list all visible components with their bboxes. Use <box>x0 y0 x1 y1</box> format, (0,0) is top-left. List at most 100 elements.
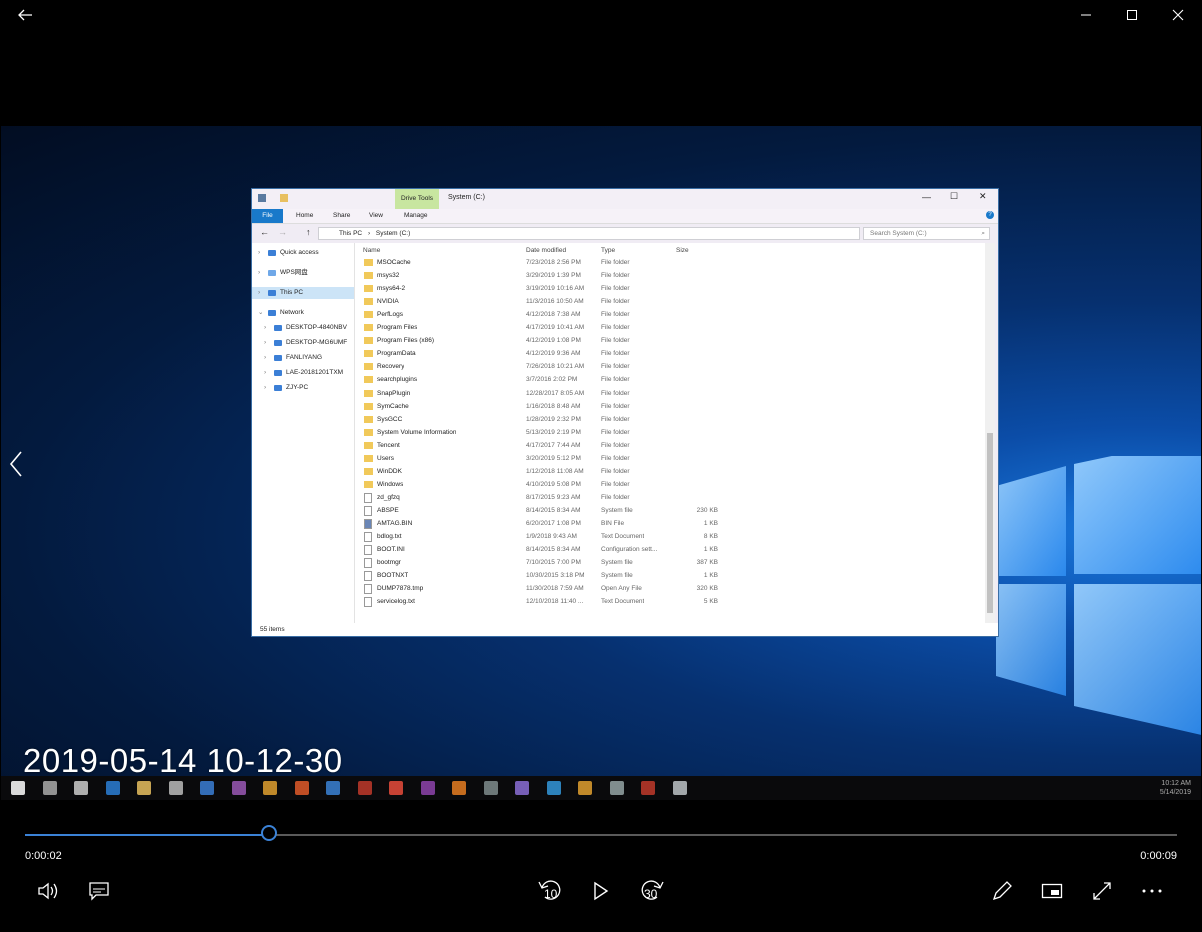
file-row[interactable]: MSOCache 7/23/2018 2:56 PM File folder <box>355 256 985 269</box>
explorer-close-icon[interactable]: ✕ <box>979 191 987 202</box>
file-row[interactable]: Program Files (x86) 4/12/2019 1:08 PM File… <box>355 334 985 347</box>
nav-item-desktop-mg6umf[interactable]: › DESKTOP-MG6UMF <box>252 337 354 349</box>
file-row[interactable]: ProgramData 4/12/2019 9:36 AM File folder <box>355 347 985 360</box>
captions-icon <box>89 882 109 901</box>
nav-item-wps[interactable]: › WPS网盘 <box>252 267 354 279</box>
file-row[interactable]: DUMP7878.tmp 11/30/2018 7:59 AM Open Any F… <box>355 582 985 595</box>
mini-view-button[interactable] <box>1036 875 1068 907</box>
file-row[interactable]: SnapPlugin 12/28/2017 8:05 AM File folder <box>355 387 985 400</box>
file-row[interactable]: bootmgr 7/10/2015 7:00 PM System file 387 K… <box>355 556 985 569</box>
tab-manage[interactable]: Manage <box>398 209 434 223</box>
file-date: 5/13/2019 2:19 PM <box>526 428 581 436</box>
expand-chevron-icon[interactable]: › <box>258 267 260 279</box>
expand-chevron-icon[interactable]: › <box>264 367 266 379</box>
tab-share[interactable]: Share <box>327 209 356 223</box>
file-row[interactable]: WinDDK 1/12/2018 11:08 AM File folder <box>355 465 985 478</box>
address-bar-row: ← → ↑ This PC › System (C:) Search Syste… <box>252 225 998 241</box>
expand-chevron-icon[interactable]: › <box>264 337 266 349</box>
file-row[interactable]: AMTAG.BIN 6/20/2017 1:08 PM BIN File 1 KB <box>355 517 985 530</box>
scrollbar-thumb[interactable] <box>987 433 993 613</box>
expand-chevron-icon[interactable]: ⌄ <box>258 307 263 319</box>
file-row[interactable]: NVIDIA 11/3/2016 10:50 AM File folder <box>355 295 985 308</box>
seek-thumb[interactable] <box>261 825 278 841</box>
file-type: File folder <box>601 363 630 371</box>
file-row[interactable]: Recovery 7/26/2018 10:21 AM File folder <box>355 360 985 373</box>
minimize-button[interactable] <box>1063 0 1109 30</box>
captions-button[interactable] <box>83 875 115 907</box>
file-date: 7/10/2015 7:00 PM <box>526 559 581 567</box>
file-row[interactable]: PerfLogs 4/12/2018 7:38 AM File folder <box>355 308 985 321</box>
expand-chevron-icon[interactable]: › <box>264 322 266 334</box>
tab-view[interactable]: View <box>363 209 389 223</box>
search-input[interactable]: Search System (C:) ⌕ <box>863 227 990 240</box>
address-bar[interactable]: This PC › System (C:) <box>318 227 860 240</box>
nav-item-desktop-4840nbv[interactable]: › DESKTOP-4840NBV <box>252 322 354 334</box>
play-button[interactable] <box>585 875 617 907</box>
maximize-button[interactable] <box>1109 0 1155 30</box>
contextual-tab-label: Drive Tools <box>395 189 439 209</box>
file-row[interactable]: ABSPE 8/14/2015 8:34 AM System file 230 KB <box>355 504 985 517</box>
folder-icon <box>364 402 373 410</box>
nav-item-this-pc[interactable]: › This PC <box>252 287 354 299</box>
nav-item-label: FANLIYANG <box>286 354 323 361</box>
nav-item-network[interactable]: ⌄ Network <box>252 307 354 319</box>
breadcrumb-this-pc[interactable]: This PC <box>339 230 362 237</box>
file-type: File folder <box>601 376 630 384</box>
skip-back-button[interactable]: 10 <box>534 875 566 907</box>
file-row[interactable]: msys64-2 3/19/2019 10:16 AM File folder <box>355 282 985 295</box>
more-options-button[interactable] <box>1136 875 1168 907</box>
edit-button[interactable] <box>986 875 1018 907</box>
navigation-pane: › Quick access › WPS网盘 › This PC ⌄ Network › DESK… <box>252 243 355 623</box>
file-row[interactable]: searchplugins 3/7/2016 2:02 PM File folder <box>355 373 985 386</box>
expand-chevron-icon[interactable]: › <box>264 352 266 364</box>
tab-file[interactable]: File <box>252 209 283 223</box>
previous-item-button[interactable] <box>3 444 29 484</box>
chrome-icon <box>578 781 592 795</box>
nav-back-icon[interactable]: ← <box>260 227 269 237</box>
file-name: NVIDIA <box>377 298 399 306</box>
file-date: 12/10/2018 11:40 ... <box>526 598 584 606</box>
file-type: Open Any File <box>601 585 642 593</box>
tab-home[interactable]: Home <box>290 209 319 223</box>
fullscreen-button[interactable] <box>1086 875 1118 907</box>
nav-item-zjy-pc[interactable]: › ZJY-PC <box>252 382 354 394</box>
nav-forward-icon[interactable]: → <box>278 227 287 237</box>
explorer-maximize-icon[interactable]: ☐ <box>950 191 958 202</box>
file-row[interactable]: Tencent 4/17/2017 7:44 AM File folder <box>355 439 985 452</box>
video-frame[interactable]: Drive Tools System (C:) — ☐ ✕ File Home … <box>1 126 1201 800</box>
expand-chevron-icon[interactable]: › <box>264 382 266 394</box>
breadcrumb-system-c[interactable]: System (C:) <box>376 230 410 237</box>
file-row[interactable]: Program Files 4/17/2019 10:41 AM File fold… <box>355 321 985 334</box>
file-row[interactable]: Windows 4/10/2019 5:08 PM File folder <box>355 478 985 491</box>
folder-icon <box>364 259 373 266</box>
file-date: 8/14/2015 8:34 AM <box>526 546 581 554</box>
expand-chevron-icon[interactable]: › <box>258 287 260 299</box>
help-icon[interactable]: ? <box>986 211 994 219</box>
file-row[interactable]: bdlog.txt 1/9/2018 9:43 AM Text Document 8 … <box>355 530 985 543</box>
skip-forward-button[interactable]: 30 <box>636 875 668 907</box>
file-row[interactable]: BOOTNXT 10/30/2015 3:18 PM System file 1 KB <box>355 569 985 582</box>
nav-item-fanliyang[interactable]: › FANLIYANG <box>252 352 354 364</box>
expand-chevron-icon[interactable]: › <box>258 247 260 259</box>
file-row[interactable]: msys32 3/29/2019 1:39 PM File folder <box>355 269 985 282</box>
back-button[interactable] <box>2 0 48 30</box>
explorer-minimize-icon[interactable]: — <box>922 192 931 202</box>
file-row[interactable]: BOOT.INI 8/14/2015 8:34 AM Configuration s… <box>355 543 985 556</box>
close-button[interactable] <box>1155 0 1201 30</box>
chevron-left-icon <box>9 451 22 477</box>
nav-item-lae-20181201txm[interactable]: › LAE-20181201TXM <box>252 367 354 379</box>
file-size: 230 KB <box>696 506 718 514</box>
file-row[interactable]: Users 3/20/2019 5:12 PM File folder <box>355 452 985 465</box>
more-icon <box>1142 889 1162 893</box>
vertical-scrollbar[interactable] <box>985 243 995 623</box>
file-row[interactable]: SymCache 1/16/2018 8:48 AM File folder <box>355 400 985 413</box>
file-row[interactable]: servicelog.txt 12/10/2018 11:40 ... Text D… <box>355 595 985 608</box>
nav-item-quick-access[interactable]: › Quick access <box>252 247 354 259</box>
nav-up-icon[interactable]: ↑ <box>306 227 311 237</box>
file-row[interactable]: System Volume Information 5/13/2019 2:19 … <box>355 426 985 439</box>
volume-button[interactable] <box>33 875 65 907</box>
file-row[interactable]: zd_gfzq 8/17/2015 9:23 AM File folder <box>355 491 985 504</box>
file-type: File folder <box>601 402 630 410</box>
file-row[interactable]: SysGCC 1/28/2019 2:32 PM File folder <box>355 413 985 426</box>
seek-bar[interactable] <box>25 825 1177 841</box>
